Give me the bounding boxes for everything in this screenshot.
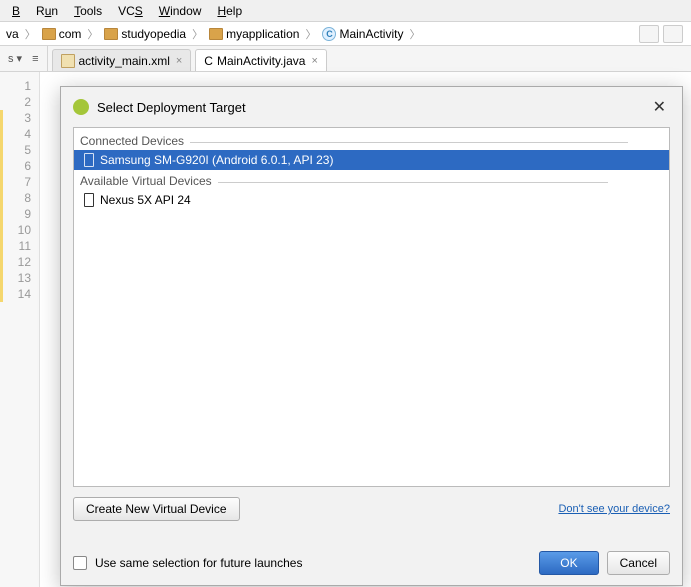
folder-icon — [42, 28, 56, 40]
line-gutter: 1234567891011121314 — [0, 72, 40, 587]
menu-run[interactable]: Run — [28, 2, 66, 20]
help-link[interactable]: Don't see your device? — [558, 503, 670, 515]
line-number: 3 — [0, 110, 39, 126]
line-number: 9 — [0, 206, 39, 222]
toolbar-row: s ▾ ≡ activity_main.xml × C MainActivity… — [0, 46, 691, 72]
chevron-icon: 〉 — [303, 26, 318, 42]
dialog-overlay: Select Deployment Target ✕ Connected Dev… — [60, 86, 683, 587]
menu-window[interactable]: Window — [151, 2, 210, 20]
chevron-icon: 〉 — [190, 26, 205, 42]
line-number: 14 — [0, 286, 39, 302]
line-number: 1 — [0, 78, 39, 94]
dialog-title: Select Deployment Target — [97, 100, 246, 115]
menu-tools[interactable]: Tools — [66, 2, 110, 20]
close-tab-icon[interactable]: × — [176, 55, 182, 67]
checkbox-label: Use same selection for future launches — [95, 556, 302, 570]
tab-label: MainActivity.java — [217, 54, 305, 68]
folder-icon — [209, 28, 223, 40]
device-group-label: Connected Devices — [74, 130, 669, 150]
breadcrumb: va 〉 com 〉 studyopedia 〉 myapplication 〉… — [0, 22, 691, 46]
device-list[interactable]: Connected Devices Samsung SM-G920I (Andro… — [73, 127, 670, 487]
chevron-icon: 〉 — [85, 26, 100, 42]
crumb-studyopedia[interactable]: studyopedia — [102, 27, 188, 41]
line-number: 13 — [0, 270, 39, 286]
chevron-icon: 〉 — [407, 26, 422, 42]
use-same-selection-checkbox[interactable] — [73, 556, 87, 570]
device-name: Samsung SM-G920I (Android 6.0.1, API 23) — [100, 153, 333, 167]
android-icon — [73, 99, 89, 115]
class-icon: C — [204, 54, 213, 68]
line-number: 7 — [0, 174, 39, 190]
device-row[interactable]: Nexus 5X API 24 — [74, 190, 669, 210]
menu-build[interactable]: B — [4, 2, 28, 20]
line-number: 2 — [0, 94, 39, 110]
menu-help[interactable]: Help — [209, 2, 250, 20]
chevron-icon: 〉 — [23, 26, 38, 42]
create-virtual-device-button[interactable]: Create New Virtual Device — [73, 497, 240, 521]
device-row[interactable]: Samsung SM-G920I (Android 6.0.1, API 23) — [74, 150, 669, 170]
close-tab-icon[interactable]: × — [311, 55, 317, 67]
folder-icon — [104, 28, 118, 40]
crumb-com[interactable]: com — [40, 27, 84, 41]
line-number: 8 — [0, 190, 39, 206]
class-icon: C — [322, 27, 336, 41]
ok-button[interactable]: OK — [539, 551, 598, 575]
device-icon — [84, 153, 94, 167]
crumb-myapplication[interactable]: myapplication — [207, 27, 301, 41]
device-group-label: Available Virtual Devices — [74, 170, 669, 190]
line-number: 5 — [0, 142, 39, 158]
toolbar-extra[interactable]: ≡ — [28, 51, 42, 67]
device-icon — [84, 193, 94, 207]
close-dialog-button[interactable]: ✕ — [649, 97, 670, 117]
cancel-button[interactable]: Cancel — [607, 551, 670, 575]
menu-bar: B Run Tools VCS Window Help — [0, 0, 691, 22]
tab-label: activity_main.xml — [79, 54, 170, 68]
deployment-target-dialog: Select Deployment Target ✕ Connected Dev… — [60, 86, 683, 586]
crumb-va[interactable]: va — [4, 27, 21, 41]
device-name: Nexus 5X API 24 — [100, 193, 191, 207]
toolbar-btn-1[interactable] — [639, 25, 659, 43]
menu-vcs[interactable]: VCS — [110, 2, 151, 20]
editor-tabs: activity_main.xml × C MainActivity.java … — [48, 46, 327, 71]
tab-activity-main[interactable]: activity_main.xml × — [52, 49, 192, 71]
line-number: 6 — [0, 158, 39, 174]
xml-icon — [61, 54, 75, 68]
tab-mainactivity[interactable]: C MainActivity.java × — [195, 49, 327, 71]
toolbar-dropdown[interactable]: s ▾ — [4, 50, 26, 67]
line-number: 10 — [0, 222, 39, 238]
line-number: 12 — [0, 254, 39, 270]
toolbar-btn-2[interactable] — [663, 25, 683, 43]
crumb-mainactivity[interactable]: CMainActivity — [320, 27, 405, 41]
line-number: 4 — [0, 126, 39, 142]
line-number: 11 — [0, 238, 39, 254]
